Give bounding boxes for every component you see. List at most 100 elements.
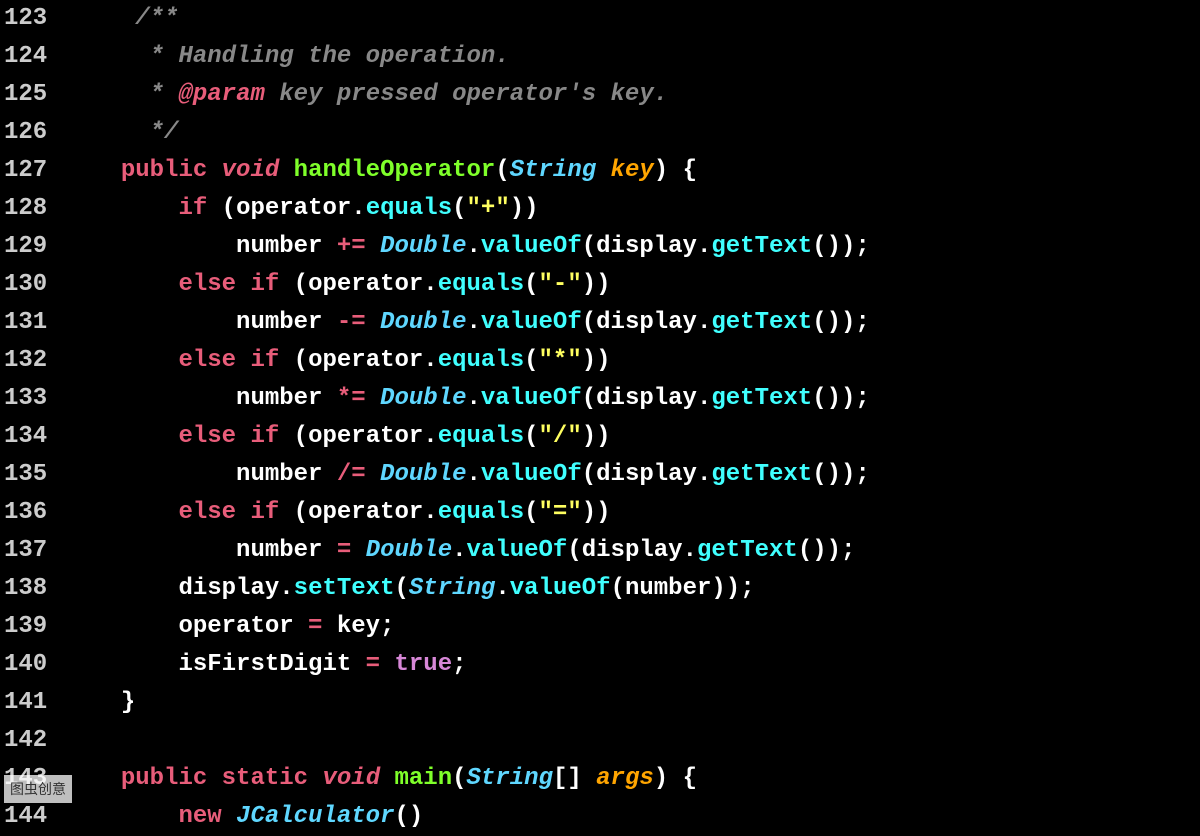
code-editor[interactable]: 123 124 125 126 127 128 129 130 131 132 … xyxy=(0,0,1200,807)
line-number: 138 xyxy=(4,570,47,608)
line-number: 141 xyxy=(4,684,47,722)
method-call: getText xyxy=(711,233,812,260)
punct: . xyxy=(697,233,711,260)
code-line[interactable]: else if (operator.equals("*")) xyxy=(63,342,1200,380)
punct: ()); xyxy=(812,385,870,412)
type: String xyxy=(510,157,596,184)
method-call: getText xyxy=(697,537,798,564)
code-line[interactable]: } xyxy=(63,684,1200,722)
code-line[interactable]: /** xyxy=(63,0,1200,38)
line-number: 131 xyxy=(4,304,47,342)
line-number: 135 xyxy=(4,456,47,494)
punct: ( xyxy=(567,537,581,564)
code-line[interactable]: number /= Double.valueOf(display.getText… xyxy=(63,456,1200,494)
keyword: if xyxy=(178,195,207,222)
code-line[interactable]: else if (operator.equals("/")) xyxy=(63,418,1200,456)
identifier: display xyxy=(596,309,697,336)
code-line[interactable]: number -= Double.valueOf(display.getText… xyxy=(63,304,1200,342)
punct: ( xyxy=(524,347,538,374)
code-line[interactable]: public static void main(String[] args) { xyxy=(63,760,1200,798)
code-line[interactable]: isFirstDigit = true; xyxy=(63,646,1200,684)
type: String xyxy=(467,765,553,792)
code-line[interactable]: else if (operator.equals("-")) xyxy=(63,266,1200,304)
punct: ( xyxy=(524,499,538,526)
code-line[interactable]: else if (operator.equals("=")) xyxy=(63,494,1200,532)
operator: = xyxy=(294,613,337,640)
punct: . xyxy=(452,537,466,564)
brace: { xyxy=(668,157,697,184)
code-line[interactable]: * Handling the operation. xyxy=(63,38,1200,76)
punct: . xyxy=(423,499,437,526)
identifier: operator xyxy=(308,271,423,298)
operator: = xyxy=(351,651,394,678)
keyword: void xyxy=(222,157,280,184)
punct: . xyxy=(467,309,481,336)
punct: ( xyxy=(582,309,596,336)
line-number: 133 xyxy=(4,380,47,418)
punct: . xyxy=(697,309,711,336)
code-line[interactable]: operator = key; xyxy=(63,608,1200,646)
punct: )); xyxy=(711,575,754,602)
punct: ()); xyxy=(812,309,870,336)
brace: } xyxy=(121,689,135,716)
punct: ( xyxy=(524,271,538,298)
punct: . xyxy=(697,385,711,412)
code-line[interactable]: number += Double.valueOf(display.getText… xyxy=(63,228,1200,266)
string-literal: "/" xyxy=(539,423,582,450)
line-number: 139 xyxy=(4,608,47,646)
punct: [] xyxy=(553,765,582,792)
code-line[interactable]: new JCalculator() xyxy=(63,798,1200,836)
line-number: 140 xyxy=(4,646,47,684)
comment-close: */ xyxy=(135,119,178,146)
line-number: 136 xyxy=(4,494,47,532)
code-line[interactable]: number *= Double.valueOf(display.getText… xyxy=(63,380,1200,418)
punct: ( xyxy=(395,575,409,602)
string-literal: "*" xyxy=(539,347,582,374)
method-call: valueOf xyxy=(481,385,582,412)
punct: ( xyxy=(279,271,308,298)
code-line[interactable]: display.setText(String.valueOf(number)); xyxy=(63,570,1200,608)
code-area[interactable]: /** * Handling the operation. * @param k… xyxy=(55,0,1200,807)
method-name: handleOperator xyxy=(294,157,496,184)
punct: )) xyxy=(582,347,611,374)
keyword: if xyxy=(250,271,279,298)
string-literal: "+" xyxy=(467,195,510,222)
punct: ( xyxy=(495,157,509,184)
code-line[interactable]: * @param key pressed operator's key. xyxy=(63,76,1200,114)
operator: *= xyxy=(322,385,380,412)
keyword: new xyxy=(178,803,221,830)
method-call: valueOf xyxy=(481,233,582,260)
comment-text: key pressed operator's key. xyxy=(265,81,668,108)
keyword: public xyxy=(121,765,207,792)
punct: ( xyxy=(279,347,308,374)
identifier: number xyxy=(236,233,322,260)
line-number: 137 xyxy=(4,532,47,570)
operator: = xyxy=(322,537,365,564)
keyword: else xyxy=(178,347,236,374)
code-line[interactable] xyxy=(63,722,1200,760)
code-line[interactable]: */ xyxy=(63,114,1200,152)
identifier: operator xyxy=(236,195,351,222)
code-line[interactable]: public void handleOperator(String key) { xyxy=(63,152,1200,190)
punct: ) xyxy=(654,157,668,184)
string-literal: "-" xyxy=(539,271,582,298)
type: String xyxy=(409,575,495,602)
type: Double xyxy=(380,461,466,488)
punct: . xyxy=(423,271,437,298)
line-number: 126 xyxy=(4,114,47,152)
arg: args xyxy=(596,765,654,792)
code-line[interactable]: if (operator.equals("+")) xyxy=(63,190,1200,228)
arg: key xyxy=(611,157,654,184)
line-number: 142 xyxy=(4,722,47,760)
type: Double xyxy=(380,233,466,260)
comment-text: Handling the operation. xyxy=(178,43,509,70)
method-name: main xyxy=(395,765,453,792)
operator: -= xyxy=(322,309,380,336)
keyword: void xyxy=(322,765,380,792)
code-line[interactable]: number = Double.valueOf(display.getText(… xyxy=(63,532,1200,570)
identifier: display xyxy=(178,575,279,602)
identifier: key xyxy=(337,613,380,640)
identifier: display xyxy=(596,461,697,488)
line-number: 134 xyxy=(4,418,47,456)
keyword: else xyxy=(178,271,236,298)
